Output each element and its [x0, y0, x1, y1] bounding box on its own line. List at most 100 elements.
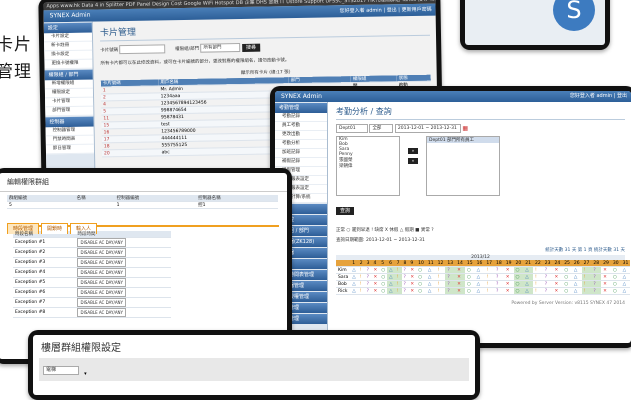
attendance-cell[interactable]: !	[357, 287, 365, 295]
sidebar-item[interactable]: 加班記錄	[275, 149, 327, 158]
slot-time-select[interactable]: DISABLE AC DAY/ANY	[77, 288, 126, 297]
dept-select[interactable]: Dept01	[336, 124, 368, 133]
attendance-cell[interactable]: ?	[591, 273, 602, 281]
attendance-cell[interactable]: !	[581, 280, 592, 288]
attendance-cell[interactable]: !	[435, 273, 446, 281]
attendance-cell[interactable]: △	[571, 266, 582, 274]
sidebar-item[interactable]: 考勤記錄	[275, 113, 327, 122]
attendance-cell[interactable]: ○	[416, 273, 426, 281]
time-slot-row[interactable]: Exception #4 DISABLE AC DAY/ANY	[13, 267, 172, 278]
selected-employee-list[interactable]: Dept01 部門所有員工	[426, 136, 500, 196]
attendance-cell[interactable]: △	[350, 280, 358, 288]
time-slot-row[interactable]: Exception #2 DISABLE AC DAY/ANY	[13, 247, 172, 258]
attendance-cell[interactable]: ○	[610, 273, 621, 281]
attendance-cell[interactable]: !	[484, 280, 495, 288]
attendance-cell[interactable]: ✕	[552, 280, 563, 288]
att-user-info[interactable]: 您好登入者 admin | 登出	[570, 91, 627, 102]
search-button[interactable]: 搜尋	[241, 43, 261, 52]
attendance-cell[interactable]: ○	[513, 280, 524, 288]
attendance-row[interactable]: Rick △!? ✕ ○ △!? ✕ ○ △!? ✕ ○ △!? ✕ ○ △!? ✕ ○ △!? ✕ ○ △	[336, 287, 631, 295]
attendance-cell[interactable]: !	[357, 266, 365, 274]
attendance-cell[interactable]: ?	[494, 266, 504, 274]
move-left-button[interactable]: «	[408, 158, 418, 164]
attendance-cell[interactable]: ○	[379, 273, 388, 281]
attendance-cell[interactable]: ?	[542, 266, 553, 274]
attendance-cell[interactable]: ?	[401, 266, 409, 274]
attendance-cell[interactable]: △	[571, 273, 582, 281]
attendance-cell[interactable]: △	[620, 273, 631, 281]
sidebar-item[interactable]: 更換卡號權限	[44, 59, 93, 70]
attendance-cell[interactable]: ✕	[408, 266, 417, 274]
employee-item[interactable]: 梁朝偉	[337, 163, 399, 169]
employee-list[interactable]: Kim Bob Sara Penny 張國榮 梁朝偉	[336, 136, 400, 196]
attendance-cell[interactable]: !	[394, 287, 402, 295]
att-sidebar-heading[interactable]: 考勤管理	[275, 103, 327, 113]
attendance-cell[interactable]: ✕	[503, 287, 514, 295]
attendance-cell[interactable]: ✕	[601, 287, 611, 295]
attendance-cell[interactable]: △	[523, 273, 533, 281]
attendance-cell[interactable]: ?	[364, 266, 372, 274]
attendance-cell[interactable]: !	[484, 287, 495, 295]
sidebar-item[interactable]: 部門管理	[45, 106, 94, 117]
slot-time-select[interactable]: DISABLE AC DAY/ANY	[77, 308, 126, 317]
attendance-cell[interactable]: ○	[379, 266, 388, 274]
time-slot-row[interactable]: Exception #8 DISABLE AC DAY/ANY	[13, 307, 172, 318]
attendance-cell[interactable]: ?	[401, 287, 409, 295]
attendance-cell[interactable]: △	[620, 266, 631, 274]
attendance-cell[interactable]: !	[435, 287, 446, 295]
slot-time-select[interactable]: DISABLE AC DAY/ANY	[77, 298, 126, 307]
group-select[interactable]: 所有部門	[200, 43, 241, 53]
attendance-cell[interactable]: △	[474, 280, 485, 288]
attendance-cell[interactable]: ○	[562, 287, 572, 295]
attendance-cell[interactable]: ?	[494, 280, 504, 288]
query-button[interactable]: 查詢	[336, 206, 355, 215]
attendance-cell[interactable]: !	[532, 280, 543, 288]
sidebar-item[interactable]: 節日管理	[45, 144, 95, 155]
attendance-cell[interactable]: ○	[416, 266, 426, 274]
attendance-cell[interactable]: !	[394, 273, 402, 281]
sidebar-item[interactable]: 考勤分析	[275, 140, 327, 149]
attendance-cell[interactable]: ?	[364, 280, 372, 288]
attendance-cell[interactable]: !	[581, 273, 592, 281]
attendance-cell[interactable]: ✕	[552, 266, 563, 274]
attendance-cell[interactable]: △	[571, 280, 582, 288]
time-slot-row[interactable]: Exception #1 DISABLE AC DAY/ANY	[13, 237, 172, 248]
attendance-cell[interactable]: ?	[494, 287, 504, 295]
attendance-cell[interactable]: ○	[464, 266, 475, 274]
attendance-cell[interactable]: ✕	[408, 273, 417, 281]
attendance-row[interactable]: Bob △!? ✕ ○ △!? ✕ ○ △!? ✕ ○ △!? ✕ ○ △!? ✕ ○ △!? ✕ ○ △	[336, 280, 631, 288]
status-select[interactable]: 全部	[369, 124, 394, 133]
attendance-cell[interactable]: ✕	[601, 280, 611, 288]
attendance-cell[interactable]: ○	[464, 273, 475, 281]
attendance-cell[interactable]: !	[357, 280, 365, 288]
attendance-cell[interactable]: ✕	[601, 266, 611, 274]
attendance-cell[interactable]: △	[350, 287, 358, 295]
slot-time-select[interactable]: DISABLE AC DAY/ANY	[77, 258, 126, 267]
move-right-button[interactable]: »	[408, 148, 418, 154]
attendance-cell[interactable]: ✕	[408, 287, 417, 295]
attendance-cell[interactable]: ○	[610, 280, 621, 288]
attendance-cell[interactable]: ○	[562, 266, 572, 274]
attendance-cell[interactable]: △	[523, 280, 533, 288]
attendance-cell[interactable]: ?	[494, 273, 504, 281]
date-range-input[interactable]: 2013-12-01 ~ 2013-12-31	[394, 124, 461, 133]
attendance-cell[interactable]: △	[425, 280, 436, 288]
attendance-cell[interactable]: ?	[445, 280, 456, 288]
attendance-cell[interactable]: △	[350, 273, 358, 281]
attendance-cell[interactable]: ?	[445, 273, 456, 281]
attendance-cell[interactable]: ?	[445, 266, 456, 274]
attendance-cell[interactable]: △	[425, 273, 436, 281]
attendance-cell[interactable]: !	[394, 280, 402, 288]
attendance-cell[interactable]: △	[474, 273, 485, 281]
attendance-cell[interactable]: !	[532, 287, 543, 295]
sidebar-item[interactable]: 更改出勤	[275, 131, 327, 140]
attendance-cell[interactable]: ○	[464, 280, 475, 288]
attendance-cell[interactable]: △	[474, 266, 485, 274]
attendance-cell[interactable]: △	[387, 287, 395, 295]
attendance-cell[interactable]: ?	[542, 280, 553, 288]
attendance-cell[interactable]: ✕	[371, 266, 380, 274]
time-slot-row[interactable]: Exception #3 DISABLE AC DAY/ANY	[13, 257, 172, 268]
attendance-cell[interactable]: △	[387, 280, 395, 288]
attendance-cell[interactable]: !	[357, 273, 365, 281]
attendance-cell[interactable]: ○	[610, 287, 621, 295]
